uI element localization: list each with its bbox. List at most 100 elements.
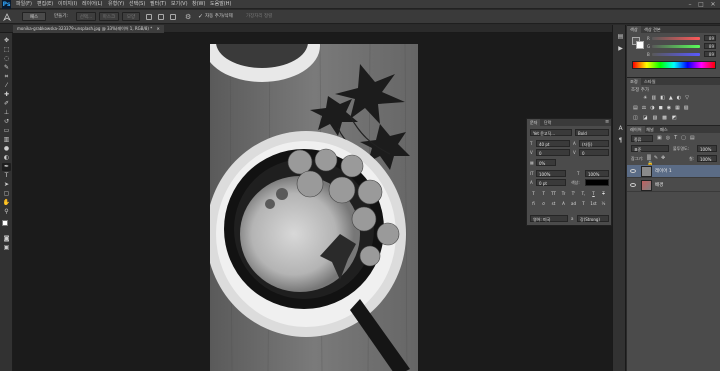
quick-select-tool-icon[interactable]: ✎ (2, 64, 11, 72)
red-slider[interactable] (652, 37, 700, 40)
font-style-select[interactable]: Bold (575, 129, 609, 136)
dodge-tool-icon[interactable]: ◐ (2, 154, 11, 162)
menu-file[interactable]: 파일(F) (16, 0, 32, 9)
minimize-button[interactable]: – (685, 0, 695, 9)
eyedropper-tool-icon[interactable]: ⁄ (2, 82, 11, 90)
history-panel-icon[interactable]: ▤ (616, 33, 625, 41)
antialias-select[interactable]: 강(Strong) (577, 215, 609, 222)
tab-paths[interactable]: 패스 (657, 126, 671, 133)
eraser-tool-icon[interactable]: ▭ (2, 127, 11, 135)
maximize-button[interactable]: □ (696, 0, 706, 9)
tab-color[interactable]: 색상 (627, 26, 641, 33)
character-panel-icon[interactable]: A (616, 125, 625, 133)
clone-stamp-tool-icon[interactable]: ⊥ (2, 109, 11, 117)
red-value[interactable]: 89 (704, 35, 716, 41)
document-image[interactable] (210, 44, 418, 371)
lock-icons[interactable]: ▒✎✥🔒 (647, 155, 677, 167)
blur-tool-icon[interactable]: ● (2, 145, 11, 153)
scale-percent-field[interactable]: 0% (536, 159, 556, 166)
blue-value[interactable]: 89 (704, 51, 716, 57)
small-caps-button[interactable]: Tr (560, 191, 567, 197)
menu-layer[interactable]: 레이어(L) (82, 0, 103, 9)
ot-swash-button[interactable]: A (560, 201, 567, 207)
lasso-tool-icon[interactable]: ◌ (2, 55, 11, 63)
menu-view[interactable]: 보기(V) (171, 0, 188, 9)
green-slider[interactable] (652, 45, 700, 48)
background-color-swatch[interactable] (636, 41, 644, 49)
baseline-field[interactable]: 0 pt (536, 179, 566, 186)
rectangle-tool-icon[interactable]: ▢ (2, 190, 11, 198)
path-operations-icon[interactable] (146, 14, 152, 20)
ot-contextual-button[interactable]: σ (540, 201, 547, 207)
adjustment-icons-row-2[interactable]: ▤⚖◑◼◉▦▧ (633, 105, 717, 112)
crop-tool-icon[interactable]: ⌗ (2, 73, 11, 81)
mask-button[interactable]: 마스크 (99, 12, 119, 21)
horizontal-scale-field[interactable]: 100% (585, 170, 609, 177)
menu-window[interactable]: 창(W) (192, 0, 205, 9)
language-select[interactable]: 영어: 미국 (530, 215, 568, 222)
all-caps-button[interactable]: TT (550, 191, 557, 197)
tab-styles[interactable]: 스타일 (641, 78, 659, 85)
faux-italic-button[interactable]: T (540, 191, 547, 197)
subscript-button[interactable]: T, (580, 191, 587, 197)
tracking-field[interactable]: 0 (579, 149, 609, 156)
marquee-tool-icon[interactable]: ⬚ (2, 46, 11, 54)
font-family-select[interactable]: Yet 윤고딕... (530, 129, 572, 136)
menu-help[interactable]: 도움말(H) (210, 0, 231, 9)
visibility-eye-icon[interactable] (630, 183, 636, 187)
strikethrough-button[interactable]: T (600, 191, 607, 197)
paragraph-panel-icon[interactable]: ¶ (616, 137, 625, 145)
menu-edit[interactable]: 편집(E) (37, 0, 53, 9)
layer-filter-select[interactable]: 종류 (631, 135, 653, 142)
fill-field[interactable]: 100% (697, 155, 717, 162)
close-tab-icon[interactable]: ✕ (157, 26, 160, 31)
tab-swatches[interactable]: 색상 견본 (641, 26, 664, 33)
blue-slider[interactable] (652, 53, 700, 56)
panel-menu-icon[interactable]: ≡ (605, 119, 609, 126)
adjustment-icons-row-3[interactable]: ◫◪▨▩◩ (633, 115, 717, 122)
gear-icon[interactable]: ⚙ (185, 13, 193, 21)
faux-bold-button[interactable]: T (530, 191, 537, 197)
pen-tool-icon[interactable]: ✒ (2, 163, 11, 171)
vertical-scale-field[interactable]: 100% (536, 170, 566, 177)
layer-row-layer-1[interactable]: 레이어 1 (627, 165, 720, 178)
color-spectrum-ramp[interactable] (632, 61, 716, 69)
underline-button[interactable]: T (590, 191, 597, 197)
quick-mask-icon[interactable]: ◙ (2, 235, 11, 243)
auto-add-delete-checkbox[interactable]: 자동 추가/삭제 (205, 12, 233, 21)
brush-tool-icon[interactable]: ✐ (2, 100, 11, 108)
opacity-field[interactable]: 100% (697, 145, 717, 152)
pen-tool-icon[interactable] (2, 13, 12, 22)
menu-filter[interactable]: 필터(T) (150, 0, 166, 9)
ot-stylistic-button[interactable]: ad (570, 201, 577, 207)
path-alignment-icon[interactable] (158, 14, 164, 20)
kerning-field[interactable]: 0 (536, 149, 570, 156)
canvas-area[interactable] (13, 33, 612, 371)
green-value[interactable]: 89 (704, 43, 716, 49)
ot-ligatures-button[interactable]: fi (530, 201, 537, 207)
layer-name[interactable]: 레이어 1 (655, 165, 672, 178)
zoom-tool-icon[interactable]: ⚲ (2, 208, 11, 216)
font-size-field[interactable]: 40 pt (536, 140, 570, 147)
ot-discretionary-button[interactable]: st (550, 201, 557, 207)
close-button[interactable]: ✕ (708, 0, 718, 9)
path-arrangement-icon[interactable] (170, 14, 176, 20)
layer-filter-icons[interactable]: ▣◎T▢▤ (657, 135, 717, 142)
checkmark-icon[interactable]: ✓ (198, 14, 204, 20)
path-selection-tool-icon[interactable]: ➤ (2, 181, 11, 189)
tab-channels[interactable]: 채널 (643, 126, 657, 133)
layer-row-background[interactable]: 배경 (627, 179, 720, 192)
history-brush-tool-icon[interactable]: ↺ (2, 118, 11, 126)
hand-tool-icon[interactable]: ✋ (2, 199, 11, 207)
menu-select[interactable]: 선택(S) (129, 0, 145, 9)
gradient-tool-icon[interactable]: ▥ (2, 136, 11, 144)
actions-panel-icon[interactable]: ▶ (616, 45, 625, 53)
tab-character[interactable]: 문자 (527, 119, 541, 126)
move-tool-icon[interactable]: ✥ (2, 37, 11, 45)
layer-name[interactable]: 배경 (655, 179, 663, 192)
ot-fractions-button[interactable]: ½ (600, 201, 607, 207)
tab-layers[interactable]: 레이어 (627, 126, 645, 133)
superscript-button[interactable]: T' (570, 191, 577, 197)
adjustment-icons-row-1[interactable]: ☀▥◧▲◐▽ (643, 95, 717, 102)
tab-adjustments[interactable]: 조정 (627, 78, 641, 85)
